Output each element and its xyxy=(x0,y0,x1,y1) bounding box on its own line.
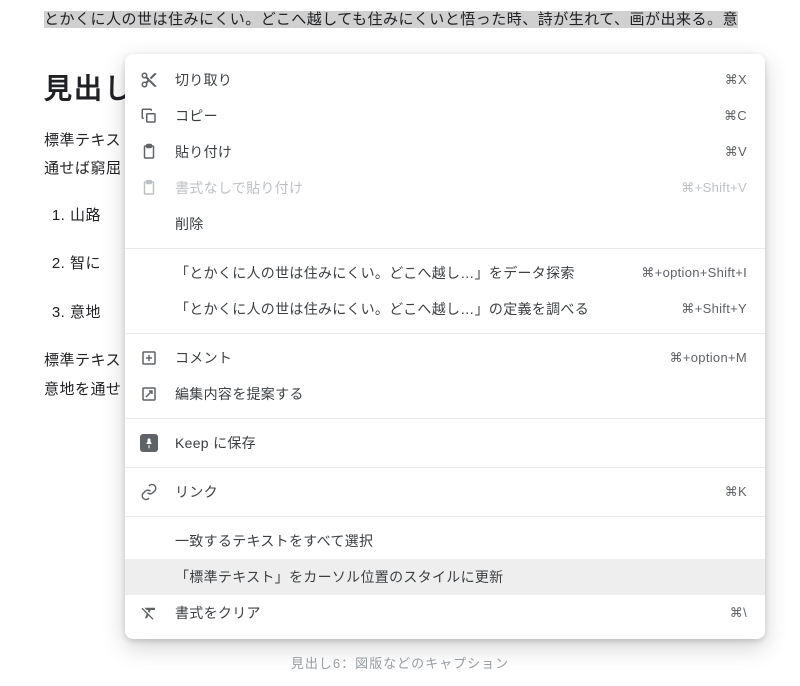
menu-clear-format[interactable]: 書式をクリア ⌘\ xyxy=(125,595,765,631)
paste-icon xyxy=(139,142,159,162)
menu-divider xyxy=(125,516,765,517)
menu-paste[interactable]: 貼り付け ⌘V xyxy=(125,134,765,170)
menu-delete[interactable]: 削除 xyxy=(125,206,765,242)
selected-text-tail[interactable]: 意 xyxy=(723,11,739,28)
paste-plain-icon xyxy=(139,178,159,198)
menu-divider xyxy=(125,418,765,419)
caption-heading-6[interactable]: 見出し6：図版などのキャプション xyxy=(0,653,800,672)
menu-update-style[interactable]: 「標準テキスト」をカーソル位置のスタイルに更新 xyxy=(125,559,765,595)
clear-format-icon xyxy=(139,603,159,623)
menu-cut[interactable]: 切り取り ⌘X xyxy=(125,62,765,98)
suggest-icon xyxy=(139,384,159,404)
copy-icon xyxy=(139,106,159,126)
menu-divider xyxy=(125,248,765,249)
paragraph-1[interactable]: とかくに人の世は住みにくい。どこへ越しても住みにくいと悟った時、詩が生れて、画が… xyxy=(0,0,800,35)
menu-keep[interactable]: Keep に保存 xyxy=(125,425,765,461)
menu-divider xyxy=(125,333,765,334)
keep-icon xyxy=(139,433,159,453)
menu-select-matching[interactable]: 一致するテキストをすべて選択 xyxy=(125,523,765,559)
comment-icon xyxy=(139,348,159,368)
menu-copy[interactable]: コピー ⌘C xyxy=(125,98,765,134)
menu-suggest[interactable]: 編集内容を提案する xyxy=(125,376,765,412)
selected-text[interactable]: とかくに人の世は住みにくい。どこへ越しても住みにくいと悟った時、詩が生れて、画が… xyxy=(44,11,723,28)
menu-divider xyxy=(125,467,765,468)
menu-link[interactable]: リンク ⌘K xyxy=(125,474,765,510)
link-icon xyxy=(139,482,159,502)
menu-comment[interactable]: コメント ⌘+option+M xyxy=(125,340,765,376)
menu-explore[interactable]: 「とかくに人の世は住みにくい。どこへ越し…」をデータ探索 ⌘+option+Sh… xyxy=(125,255,765,291)
menu-paste-plain: 書式なしで貼り付け ⌘+Shift+V xyxy=(125,170,765,206)
cut-icon xyxy=(139,70,159,90)
menu-define[interactable]: 「とかくに人の世は住みにくい。どこへ越し…」の定義を調べる ⌘+Shift+Y xyxy=(125,291,765,327)
context-menu: 切り取り ⌘X コピー ⌘C 貼り付け ⌘V 書式なしで貼り付け ⌘+Shift… xyxy=(125,54,765,639)
